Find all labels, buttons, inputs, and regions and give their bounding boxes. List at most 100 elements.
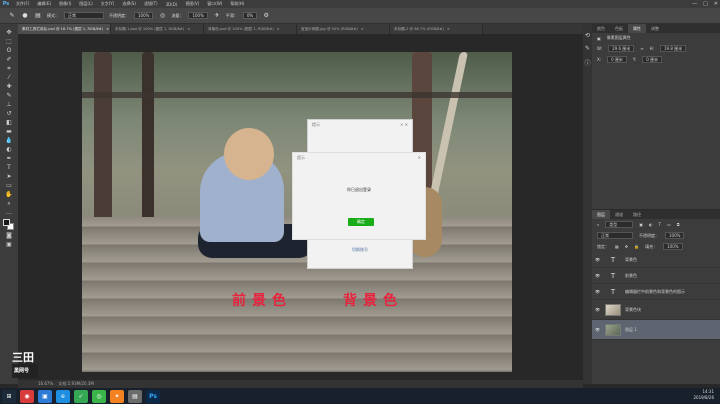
filter-adjust-icon[interactable]: ◐ (649, 222, 653, 227)
layer-row[interactable]: 👁 T 前景色 (592, 268, 720, 284)
app-icon[interactable]: ✓ (74, 389, 88, 403)
switch-account-link[interactable]: 切换账号 (307, 247, 413, 253)
menu-layer[interactable]: 图层(L) (75, 1, 96, 7)
stamp-tool-icon[interactable]: ⊥ (3, 100, 15, 109)
tab-document-5[interactable]: 未标题-2 @ 66.7% (RGB/8#) × (390, 24, 483, 34)
flow-input[interactable]: 100% (188, 12, 208, 19)
eye-icon[interactable]: 👁 (595, 307, 601, 312)
close-icon[interactable]: × ✕ (400, 122, 408, 127)
blur-tool-icon[interactable]: 💧 (3, 136, 15, 145)
zoom-tool-icon[interactable]: ⌕ (3, 199, 15, 208)
menu-image[interactable]: 图像(I) (55, 1, 75, 7)
layer-row[interactable]: 👁 T 编辑器栏中前景色和背景色的图示 (592, 284, 720, 300)
menu-filter[interactable]: 滤镜(T) (140, 1, 162, 7)
path-select-tool-icon[interactable]: ➤ (3, 172, 15, 181)
photoshop-taskbar-icon[interactable]: Ps (146, 389, 160, 403)
menu-edit[interactable]: 编辑(E) (33, 1, 55, 7)
zoom-level[interactable]: 16.67% (38, 381, 53, 386)
foreground-color-swatch[interactable] (3, 219, 10, 226)
app-icon[interactable]: e (56, 389, 70, 403)
quick-mask-icon[interactable]: ◙ (3, 231, 15, 240)
app-icon[interactable]: ✦ (110, 389, 124, 403)
tab-swatches[interactable]: 色板 (610, 24, 628, 33)
filter-type-icon[interactable]: T (659, 222, 661, 227)
tab-channels[interactable]: 通道 (610, 210, 628, 219)
link-icon[interactable]: ∞ (640, 46, 643, 51)
layer-filter-select[interactable]: 类型 (605, 221, 634, 228)
app-icon[interactable]: ◎ (92, 389, 106, 403)
screen-mode-icon[interactable]: ▣ (3, 240, 15, 249)
lock-position-icon[interactable]: ✥ (625, 244, 628, 249)
menu-type[interactable]: 文字(Y) (97, 1, 119, 7)
app-icon[interactable]: ◉ (20, 389, 34, 403)
brush-tool-icon[interactable]: ✎ (3, 91, 15, 100)
healing-tool-icon[interactable]: ✚ (3, 82, 15, 91)
close-icon[interactable]: × (187, 27, 190, 31)
lock-pixels-icon[interactable]: ▦ (615, 244, 619, 249)
tab-paths[interactable]: 路径 (628, 210, 646, 219)
brush-preset-icon[interactable]: ● (21, 12, 29, 20)
tab-adjustments[interactable]: 调整 (646, 24, 664, 33)
filter-smart-icon[interactable]: ⧉ (677, 222, 680, 227)
width-input[interactable]: 29.6 厘米 (608, 45, 635, 52)
crop-tool-icon[interactable]: ⌗ (3, 64, 15, 73)
close-icon[interactable]: × (106, 27, 109, 31)
menu-file[interactable]: 文件(F) (12, 1, 33, 7)
dodge-tool-icon[interactable]: ◐ (3, 145, 15, 154)
filter-pixel-icon[interactable]: ▣ (639, 222, 643, 227)
tab-document-1[interactable]: 素材工具栏前后.psd @ 16.7% (图层 1, RGB/8#) × (18, 24, 111, 34)
blend-mode-select[interactable]: 正常 (597, 232, 633, 239)
y-input[interactable]: 0 厘米 (642, 56, 663, 63)
layer-row-selected[interactable]: 👁 图层 1 (592, 320, 720, 340)
lasso-tool-icon[interactable]: ʘ (3, 46, 15, 55)
eye-icon[interactable]: 👁 (595, 327, 601, 332)
hand-tool-icon[interactable]: ✋ (3, 190, 15, 199)
brush-tool-icon[interactable]: ✎ (8, 12, 16, 20)
fill-input[interactable]: 100% (663, 243, 683, 250)
gear-icon[interactable]: ⚙ (262, 12, 270, 20)
height-input[interactable]: 19.8 厘米 (659, 45, 687, 52)
layer-opacity-input[interactable]: 100% (665, 232, 685, 239)
menu-help[interactable]: 帮助(H) (226, 1, 248, 7)
info-panel-icon[interactable]: ⓘ (584, 58, 590, 67)
tab-properties[interactable]: 属性 (628, 24, 646, 33)
more-tools-icon[interactable]: … (3, 208, 15, 217)
brush-panel-icon[interactable]: ✎ (585, 45, 590, 52)
menu-view[interactable]: 视图(V) (181, 1, 203, 7)
layer-row[interactable]: 👁 T 背景色 (592, 252, 720, 268)
close-button[interactable]: ✕ (714, 1, 718, 7)
eye-icon[interactable]: 👁 (595, 289, 601, 294)
smoothing-input[interactable]: 0% (242, 12, 258, 19)
start-button[interactable]: ⊞ (2, 389, 16, 403)
gradient-tool-icon[interactable]: ▬ (3, 127, 15, 136)
tab-layers[interactable]: 图层 (592, 210, 610, 219)
history-brush-icon[interactable]: ↺ (3, 109, 15, 118)
eraser-tool-icon[interactable]: ◧ (3, 118, 15, 127)
eyedropper-tool-icon[interactable]: ⁄ (3, 73, 15, 82)
maximize-button[interactable]: □ (703, 1, 708, 7)
close-icon[interactable]: × (277, 27, 280, 31)
close-icon[interactable]: ✕ (418, 155, 421, 160)
filter-shape-icon[interactable]: ▭ (667, 222, 671, 227)
eye-icon[interactable]: 👁 (595, 273, 601, 278)
lock-all-icon[interactable]: 🔒 (634, 244, 639, 249)
move-tool-icon[interactable]: ✥ (3, 28, 15, 37)
marquee-tool-icon[interactable]: ⬚ (3, 37, 15, 46)
layer-row[interactable]: 👁 背景色块 (592, 300, 720, 320)
history-panel-icon[interactable]: ⟲ (585, 32, 590, 39)
close-icon[interactable]: × (447, 27, 450, 31)
eye-icon[interactable]: 👁 (595, 257, 601, 262)
type-tool-icon[interactable]: T (3, 163, 15, 172)
brush-settings-icon[interactable]: ▤ (34, 12, 42, 20)
opacity-input[interactable]: 100% (134, 12, 154, 19)
tab-document-2[interactable]: 未标题-1.psd @ 100% (图层 1, RGB/8#) × (111, 24, 204, 34)
shape-tool-icon[interactable]: ▭ (3, 181, 15, 190)
quick-select-tool-icon[interactable]: ✐ (3, 55, 15, 64)
minimize-button[interactable]: — (692, 1, 697, 7)
menu-window[interactable]: 窗口(W) (203, 1, 226, 7)
system-clock[interactable]: 14:31 2019/8/26 (693, 389, 714, 401)
confirm-button[interactable]: 确定 (348, 218, 374, 226)
tab-document-3[interactable]: 背景色.psd @ 100% (图层 1, RGB/8#) × (204, 24, 297, 34)
app-icon[interactable]: ▤ (128, 389, 142, 403)
color-swatches[interactable] (3, 219, 15, 231)
